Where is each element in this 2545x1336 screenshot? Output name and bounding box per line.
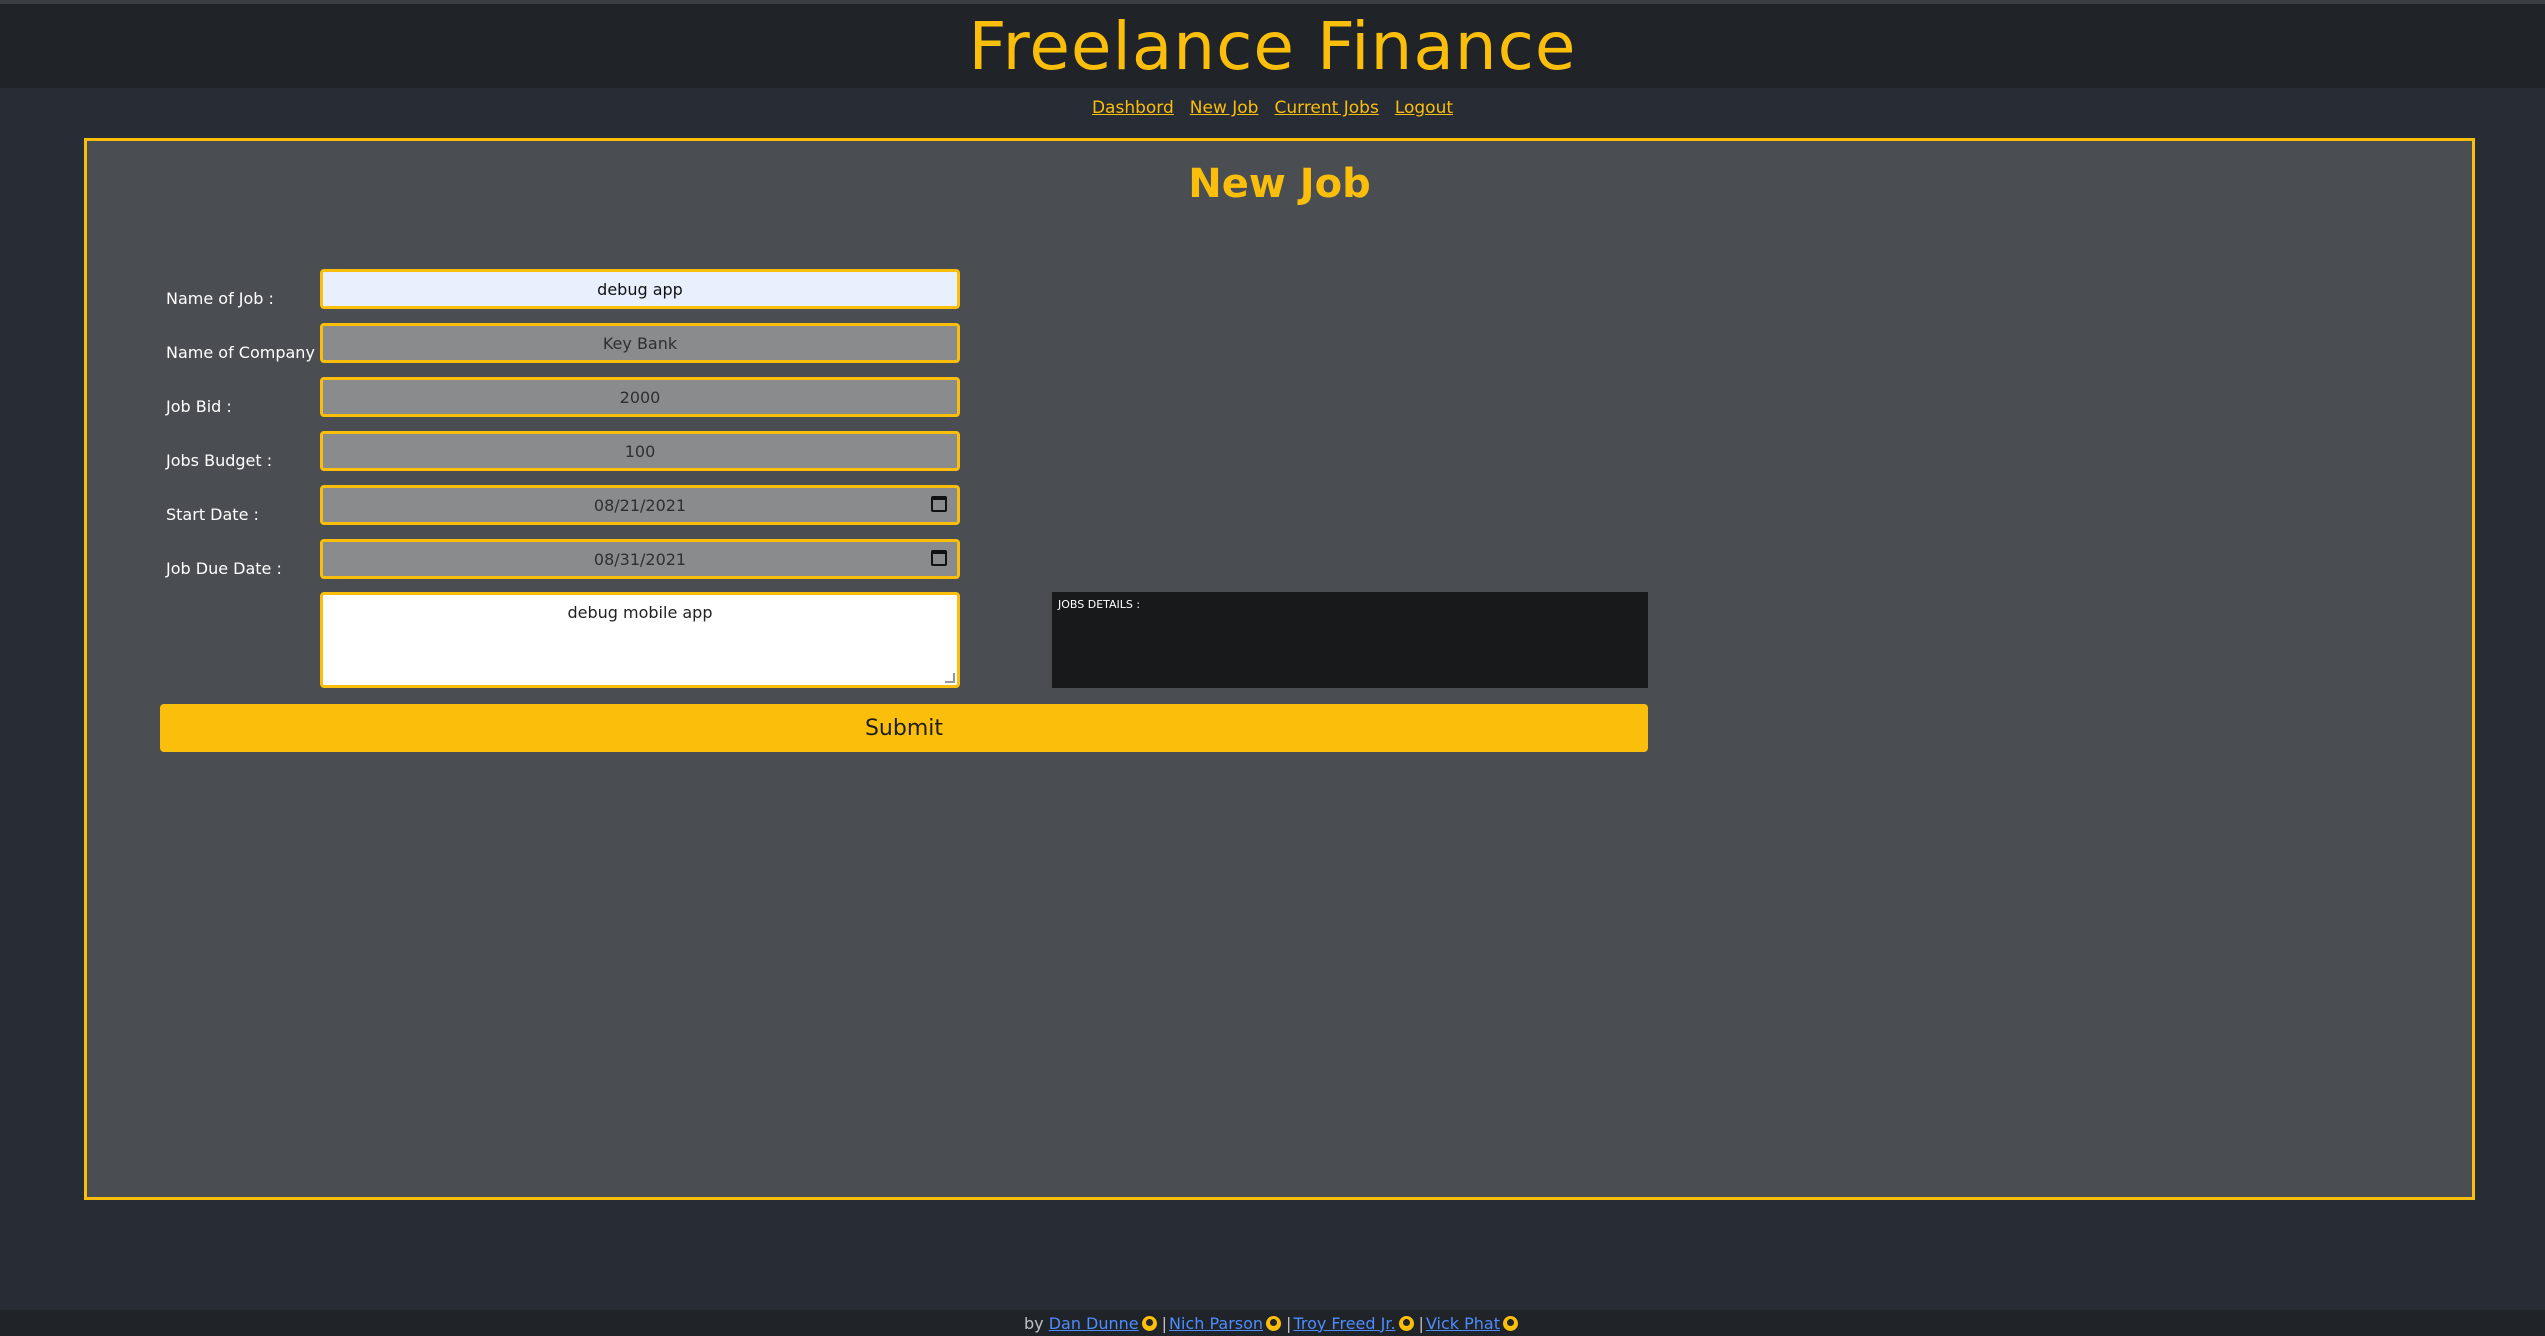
start-date-label: Start Date : <box>166 505 259 524</box>
due-date-label: Job Due Date : <box>166 559 282 578</box>
company-name-input[interactable]: Key Bank <box>320 323 960 363</box>
jobs-details-box: JOBS DETAILS : <box>1052 592 1648 688</box>
nav-dashboard[interactable]: Dashbord <box>1092 98 1174 122</box>
author-link-troy-freed[interactable]: Troy Freed Jr. <box>1293 1314 1395 1333</box>
footer: by Dan Dunne | Nich Parson | Troy Freed … <box>0 1310 2545 1336</box>
job-bid-input[interactable]: 2000 <box>320 377 960 417</box>
due-date-value: 08/31/2021 <box>593 549 687 569</box>
author-link-vick-phat[interactable]: Vick Phat <box>1426 1314 1500 1333</box>
company-name-label: Name of Company : <box>166 343 326 362</box>
job-name-input[interactable]: debug app <box>320 269 960 309</box>
footer-prefix: by <box>1023 1313 1044 1333</box>
submit-button[interactable]: Submit <box>160 704 1648 752</box>
nav-new-job[interactable]: New Job <box>1190 98 1259 122</box>
author-link-dan-dunne[interactable]: Dan Dunne <box>1049 1314 1139 1333</box>
resize-handle-icon[interactable] <box>945 673 955 683</box>
start-date-input[interactable]: 08/21/2021 <box>320 485 960 525</box>
jobs-budget-input[interactable]: 100 <box>320 431 960 471</box>
job-bid-label: Job Bid : <box>166 397 232 416</box>
calendar-icon[interactable] <box>931 496 947 512</box>
job-description-textarea[interactable]: debug mobile app <box>320 592 960 688</box>
nav-logout[interactable]: Logout <box>1395 98 1453 122</box>
jobs-details-heading: JOBS DETAILS : <box>1058 598 1141 611</box>
jobs-budget-label: Jobs Budget : <box>166 451 273 470</box>
calendar-icon[interactable] <box>931 550 947 566</box>
github-icon[interactable] <box>1398 1315 1414 1331</box>
job-name-label: Name of Job : <box>166 289 274 308</box>
github-icon[interactable] <box>1266 1315 1282 1331</box>
due-date-input[interactable]: 08/31/2021 <box>320 539 960 579</box>
new-job-panel: New Job Name of Job : debug app Name of … <box>84 138 2475 1200</box>
nav-current-jobs[interactable]: Current Jobs <box>1274 98 1378 122</box>
author-link-nich-parson[interactable]: Nich Parson <box>1169 1314 1263 1333</box>
start-date-value: 08/21/2021 <box>593 495 687 515</box>
page-title: New Job <box>1188 161 1371 207</box>
github-icon[interactable] <box>1141 1315 1157 1331</box>
github-icon[interactable] <box>1503 1315 1518 1331</box>
job-description-value: debug mobile app <box>567 603 713 622</box>
app-title: Freelance Finance <box>968 7 1577 85</box>
main-nav: Dashbord New Job Current Jobs Logout <box>0 98 2545 122</box>
header-bar: Freelance Finance <box>0 0 2545 88</box>
